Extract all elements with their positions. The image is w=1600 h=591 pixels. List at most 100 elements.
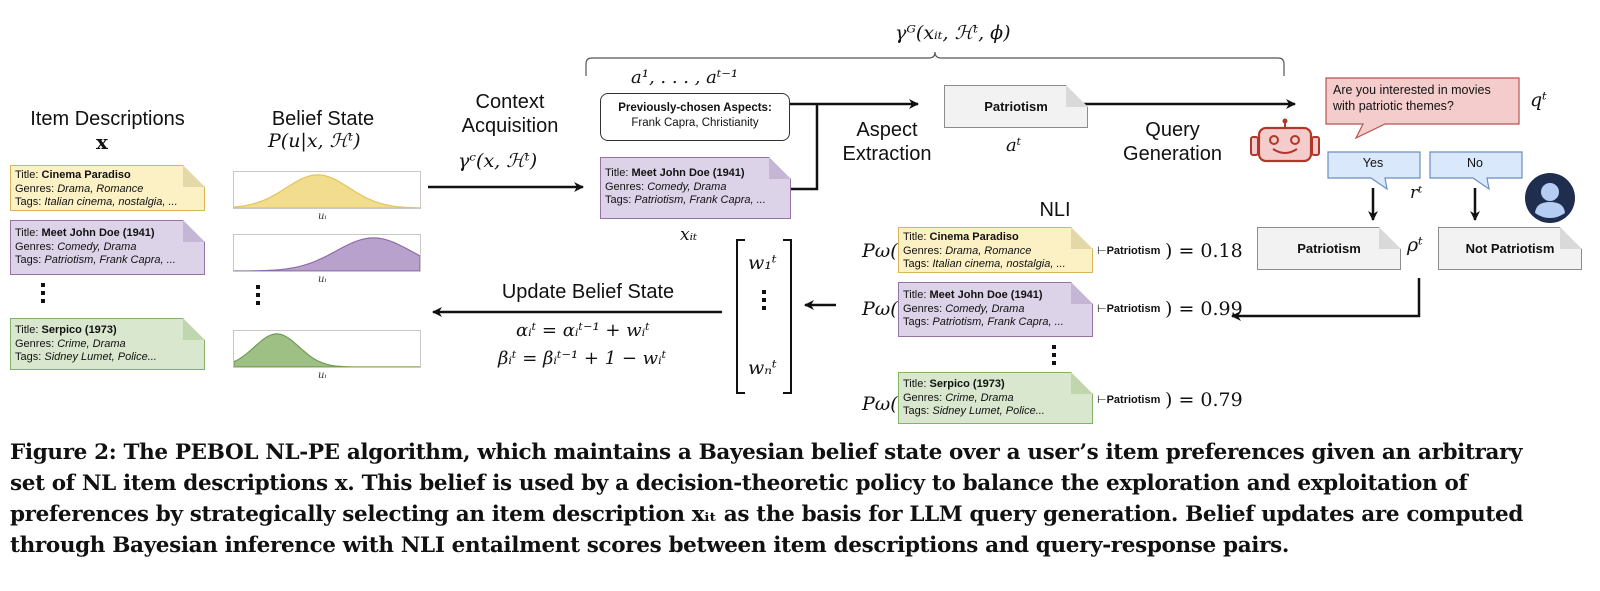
previous-aspects-values: Frank Capra, Christianity — [631, 117, 759, 129]
nli-hypothesis: ⊢Patriotism — [1097, 303, 1161, 315]
response-symbol: rᵗ — [1410, 183, 1423, 203]
vertical-ellipsis — [762, 290, 768, 314]
query-text: Are you interested in movies with patrio… — [1333, 82, 1491, 114]
tags-label: Tags: — [15, 351, 45, 363]
aspect-extraction-label: Aspect Extraction — [832, 118, 942, 166]
nli-hypothesis: ⊢Patriotism — [1097, 394, 1161, 406]
title-label: Title: — [903, 231, 930, 243]
item-title: Serpico (1973) — [41, 324, 117, 336]
item-title: Serpico (1973) — [929, 378, 1005, 390]
aspect-symbol: aᵗ — [1006, 135, 1022, 156]
context-label-line1: Context — [475, 91, 545, 113]
selected-item-symbol: xᵢₜ — [680, 225, 698, 245]
beta-update-equation: βᵢᵗ = βᵢᵗ⁻¹ + 1 − wᵢᵗ — [498, 348, 667, 369]
tags-label: Tags: — [903, 405, 933, 417]
belief-plot-meet-john-doe — [233, 234, 421, 272]
genres-label: Genres: — [15, 337, 58, 350]
item-genres: Comedy, Drama — [57, 240, 137, 253]
belief-curve — [234, 174, 420, 208]
tags-label: Tags: — [903, 316, 933, 328]
title-label: Title: — [605, 167, 632, 179]
belief-axis-label: uᵢ — [318, 211, 327, 222]
belief-axis-label: uᵢ — [318, 370, 327, 381]
title-label: Title: — [15, 227, 42, 239]
rho-positive-value: Patriotism — [1297, 241, 1361, 256]
item-tags: Italian cinema, nostalgia, ... — [44, 196, 178, 208]
nli-score-value: 0.99 — [1200, 298, 1243, 320]
rho-symbol: ρᵗ — [1407, 234, 1423, 256]
tags-label: Tags: — [15, 196, 45, 208]
alpha-update-equation: αᵢᵗ = αᵢᵗ⁻¹ + wᵢᵗ — [516, 320, 650, 341]
rho-positive-box: Patriotism — [1257, 227, 1401, 270]
genres-label: Genres: — [15, 240, 58, 253]
item-title: Meet John Doe (1941) — [929, 289, 1043, 301]
genres-label: Genres: — [903, 391, 946, 404]
figure-caption: Figure 2: The PEBOL NL-PE algorithm, whi… — [10, 437, 1590, 561]
nli-hypothesis: ⊢Patriotism — [1097, 245, 1161, 257]
query-label-line2: Generation — [1123, 143, 1222, 165]
robot-icon — [1250, 118, 1320, 163]
rho-negative-box: Not Patriotism — [1438, 227, 1582, 270]
caption-line: set of NL item descriptions x. This beli… — [10, 471, 1468, 496]
nli-hypothesis-text: Patriotism — [1106, 245, 1161, 257]
item-card-meet-john-doe: Title: Meet John Doe (1941) Genres: Come… — [10, 220, 205, 275]
genres-label: Genres: — [605, 180, 648, 193]
item-genres: Comedy, Drama — [647, 180, 727, 193]
selected-item-card: Title: Meet John Doe (1941) Genres: Come… — [600, 157, 791, 219]
caption-line: Figure 2: The PEBOL NL-PE algorithm, whi… — [10, 440, 1523, 465]
item-descriptions-symbol: x — [96, 130, 108, 154]
belief-state-title: Belief State — [271, 108, 375, 130]
item-title: Cinema Paradiso — [929, 231, 1019, 243]
previous-aspects-box: Previously-chosen Aspects: Frank Capra, … — [600, 93, 790, 141]
query-generation-label: Query Generation — [1115, 118, 1230, 166]
item-title: Cinema Paradiso — [41, 169, 131, 181]
nli-item-cinema-paradiso: Title: Cinema Paradiso Genres: Drama, Ro… — [898, 227, 1093, 273]
belief-curve — [234, 237, 420, 271]
no-response: No — [1467, 156, 1483, 170]
belief-curve — [234, 333, 420, 367]
genres-label: Genres: — [903, 244, 946, 257]
item-card-serpico: Title: Serpico (1973) Genres: Crime, Dra… — [10, 318, 205, 370]
belief-plot-serpico — [233, 330, 421, 368]
tags-label: Tags: — [15, 254, 45, 266]
nli-score-value: 0.79 — [1200, 389, 1243, 411]
update-belief-title: Update Belief State — [501, 281, 675, 303]
item-tags: Italian cinema, nostalgia, ... — [932, 258, 1066, 270]
title-label: Title: — [903, 378, 930, 390]
vertical-ellipsis — [256, 285, 262, 309]
belief-state-symbol: P(u|x, ℋᵗ) — [268, 130, 361, 152]
nli-prefix: Pω( — [862, 240, 898, 262]
nli-title: NLI — [1039, 199, 1071, 221]
context-acquisition-symbol: γᶜ(x, ℋᵗ) — [458, 150, 538, 172]
weights-bracket-right — [783, 239, 792, 394]
nli-item-meet-john-doe: Title: Meet John Doe (1941) Genres: Come… — [898, 282, 1093, 337]
title-label: Title: — [15, 169, 42, 181]
vertical-ellipsis — [41, 283, 47, 307]
caption-line: through Bayesian inference with NLI enta… — [10, 533, 1289, 558]
item-tags: Sidney Lumet, Police... — [932, 405, 1045, 417]
rho-to-nli-arrow — [1231, 278, 1421, 321]
item-genres: Drama, Romance — [57, 182, 144, 195]
caption-line: preferences by strategically selecting a… — [10, 502, 1524, 527]
weight-last: wₙᵗ — [748, 357, 777, 379]
nli-score-value: 0.18 — [1200, 240, 1243, 262]
aspect-label-line1: Aspect — [856, 119, 918, 141]
nli-hypothesis-text: Patriotism — [1106, 394, 1161, 406]
aspect-label-line2: Extraction — [842, 143, 932, 165]
item-genres: Crime, Drama — [945, 391, 1014, 404]
query-label-line1: Query — [1145, 119, 1200, 141]
nli-prefix: Pω( — [862, 393, 898, 415]
genres-label: Genres: — [903, 302, 946, 315]
previous-aspects-symbol: a¹, . . . , aᵗ⁻¹ — [631, 67, 739, 88]
weights-bracket-left — [736, 239, 745, 394]
gamma-g-label: γᴳ(xᵢₜ, ℋᵗ, ϕ) — [895, 22, 1011, 44]
vertical-ellipsis — [1052, 345, 1058, 369]
item-descriptions-title: Item Descriptions — [30, 108, 185, 130]
item-tags: Patriotism, Frank Capra, ... — [44, 254, 176, 266]
tags-label: Tags: — [605, 194, 635, 206]
nli-score: ) = 0.18 — [1165, 240, 1243, 262]
user-icon — [1525, 173, 1575, 223]
item-title: Meet John Doe (1941) — [631, 167, 745, 179]
context-label-line2: Acquisition — [461, 115, 559, 137]
aspect-box: Patriotism — [944, 85, 1088, 128]
